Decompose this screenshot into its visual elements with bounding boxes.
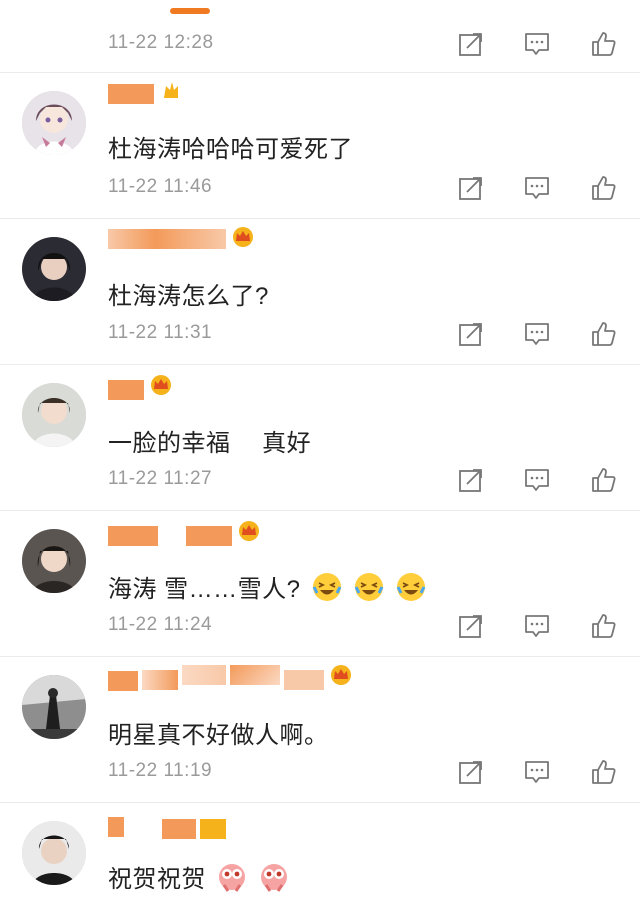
comment-icon[interactable] — [524, 321, 550, 347]
thumbs-up-icon[interactable] — [590, 467, 616, 493]
repost-icon[interactable] — [458, 613, 484, 639]
comment-text: 明星真不好做人啊。 — [108, 722, 329, 749]
comment-actions — [458, 321, 616, 347]
comment-item: 祝贺祝贺 — [0, 803, 640, 913]
comment-text: 一脸的幸福 真好 — [108, 430, 312, 457]
comment-item: 11-22 12:28 — [0, 0, 640, 73]
comment-time: 11-22 11:46 — [108, 176, 213, 197]
crown-badge-icon — [236, 520, 262, 542]
thumbs-up-icon[interactable] — [590, 613, 616, 639]
user-avatar[interactable] — [22, 237, 86, 301]
comment-actions — [458, 613, 616, 639]
comment-time: 11-22 11:19 — [108, 760, 213, 781]
flower-emoji — [216, 861, 248, 893]
laugh-cry-emoji — [353, 571, 385, 603]
crown-badge-icon — [230, 226, 256, 248]
comment-item: 一脸的幸福 真好 11-22 11:27 — [0, 365, 640, 511]
laugh-cry-emoji — [395, 571, 427, 603]
comment-icon[interactable] — [524, 31, 550, 57]
comment-time: 11-22 11:24 — [108, 614, 213, 635]
comment-text: 海涛 雪……雪人? — [108, 569, 427, 604]
comment-text: 杜海涛哈哈哈可爱死了 — [108, 136, 353, 163]
crown-badge-icon — [328, 664, 354, 686]
comment-time: 11-22 11:27 — [108, 468, 213, 489]
comment-time: 11-22 12:28 — [108, 32, 214, 53]
crown-badge-icon — [148, 374, 174, 396]
thumbs-up-icon[interactable] — [590, 759, 616, 785]
comment-actions — [458, 467, 616, 493]
user-nickname[interactable] — [108, 79, 184, 104]
comment-item: 明星真不好做人啊。 11-22 11:19 — [0, 657, 640, 803]
repost-icon[interactable] — [458, 467, 484, 493]
user-avatar[interactable] — [22, 821, 86, 885]
comment-icon[interactable] — [524, 759, 550, 785]
laugh-cry-emoji — [311, 571, 343, 603]
comment-actions — [458, 31, 616, 57]
repost-icon[interactable] — [458, 321, 484, 347]
repost-icon[interactable] — [458, 759, 484, 785]
comment-actions — [458, 759, 616, 785]
user-avatar[interactable] — [22, 91, 86, 155]
thumbs-up-icon[interactable] — [590, 321, 616, 347]
user-nickname[interactable] — [108, 373, 174, 400]
thumbs-up-icon[interactable] — [590, 175, 616, 201]
comment-actions — [458, 175, 616, 201]
comment-icon[interactable] — [524, 467, 550, 493]
user-nickname[interactable] — [108, 663, 354, 691]
user-nickname[interactable] — [108, 519, 262, 546]
comment-icon[interactable] — [524, 613, 550, 639]
comment-item: 杜海涛怎么了? 11-22 11:31 — [0, 219, 640, 365]
repost-icon[interactable] — [458, 31, 484, 57]
comment-time: 11-22 11:31 — [108, 322, 213, 343]
comment-text: 祝贺祝贺 — [108, 859, 290, 894]
comment-icon[interactable] — [524, 175, 550, 201]
user-avatar[interactable] — [22, 383, 86, 447]
comment-text-content: 祝贺祝贺 — [108, 866, 206, 893]
comment-text-content: 海涛 雪……雪人? — [108, 576, 301, 603]
vip-badge-icon — [158, 80, 184, 102]
comment-text: 杜海涛怎么了? — [108, 283, 269, 310]
comment-item: 海涛 雪……雪人? 11-22 11:24 — [0, 511, 640, 657]
user-nickname[interactable] — [108, 811, 226, 839]
user-avatar[interactable] — [22, 675, 86, 739]
user-avatar[interactable] — [22, 529, 86, 593]
user-nickname[interactable] — [108, 225, 256, 249]
flower-emoji — [258, 861, 290, 893]
thumbs-up-icon[interactable] — [590, 31, 616, 57]
comment-item: 杜海涛哈哈哈可爱死了 11-22 11:46 — [0, 73, 640, 219]
repost-icon[interactable] — [458, 175, 484, 201]
